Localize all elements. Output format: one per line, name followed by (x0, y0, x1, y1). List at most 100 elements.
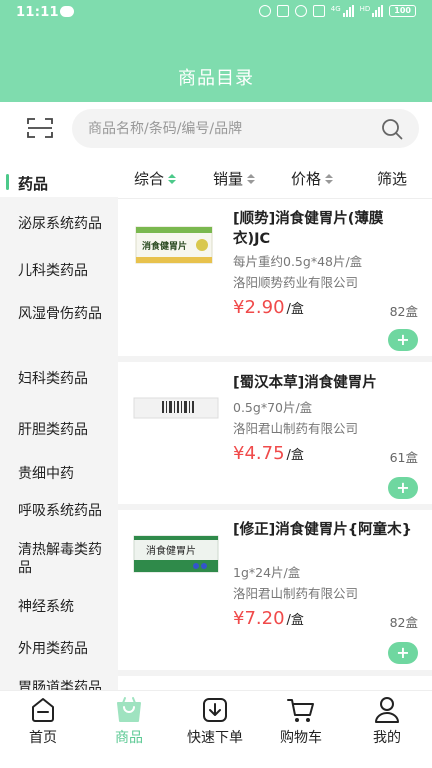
product-list: 消食健胃片 [顺势]消食健胃片(薄膜衣)JC 每片重约0.5g*48片/盒 洛阳… (118, 199, 432, 690)
add-to-cart-button[interactable]: + (388, 642, 418, 664)
tab-products[interactable]: 商品 (86, 691, 172, 751)
filter-label: 筛选 (377, 170, 408, 188)
scan-icon[interactable] (27, 117, 53, 139)
tab-label: 首页 (29, 730, 57, 746)
sort-arrows-icon (247, 173, 256, 184)
speed-icon (258, 5, 271, 17)
product-name[interactable]: [修正]消食健胃片{阿童木} (233, 520, 413, 540)
price-unit: /盒 (286, 448, 304, 463)
category-item-respiratory[interactable]: 呼吸系统药品 (0, 496, 118, 541)
sort-sales[interactable]: 销量 (213, 168, 256, 189)
sort-sales-label: 销量 (213, 170, 244, 188)
search-box[interactable] (72, 109, 419, 148)
tab-cart[interactable]: 购物车 (258, 691, 344, 751)
bag-icon (117, 697, 141, 722)
category-label: 外用类药品 (18, 641, 88, 657)
category-label: 胃肠道类药品 (18, 680, 102, 690)
category-label: 呼吸系统药品 (18, 503, 102, 519)
product-box-text: 消食健胃片 (146, 544, 196, 557)
search-icon[interactable] (381, 118, 403, 140)
sort-arrows-icon (168, 173, 177, 184)
tab-label: 商品 (115, 730, 143, 746)
product-card[interactable]: [蜀汉本草]消食健胃片 0.5g*70片/盒 洛阳君山制药有限公司 ¥4.75/… (118, 362, 432, 510)
search-input[interactable] (88, 109, 368, 148)
battery-icon: 100 (389, 5, 416, 17)
product-image[interactable]: 消食健胃片 (132, 530, 220, 578)
category-label: 神经系统 (18, 599, 74, 615)
sort-price[interactable]: 价格 (291, 168, 334, 189)
category-label: 清热解毒类药品 (18, 542, 102, 576)
category-item-gastro[interactable]: 胃肠道类药品 (0, 671, 118, 690)
tab-mine[interactable]: 我的 (344, 691, 430, 751)
category-sidebar: 药品 泌尿系统药品 儿科类药品 风湿骨伤药品 妇科类药品 肝胆类药品 贵细中药 … (0, 154, 118, 690)
product-image[interactable]: 消食健胃片 (132, 221, 220, 269)
bottom-tabbar: 首页 商品 快速下单 购物车 我的 (0, 690, 432, 768)
tab-label: 快速下单 (187, 730, 243, 746)
category-label: 泌尿系统药品 (18, 216, 102, 232)
status-time: 11:11 (16, 5, 59, 20)
cart-icon (287, 699, 314, 722)
header: 11:11 4G HD 100 商品目录 (0, 0, 432, 102)
product-box-text: 消食健胃片 (142, 240, 187, 252)
category-item-gynecology[interactable]: 妇科类药品 (0, 363, 118, 413)
product-spec: 0.5g*70片/盒 (233, 400, 313, 415)
product-stock: 82盒 (389, 615, 418, 630)
category-label: 肝胆类药品 (18, 422, 88, 438)
sort-bar: 综合 销量 价格 筛选 (118, 154, 432, 199)
product-spec: 每片重约0.5g*48片/盒 (233, 254, 363, 269)
product-stock: 82盒 (389, 304, 418, 319)
product-manufacturer: 洛阳君山制药有限公司 (233, 421, 359, 436)
price-value: ¥4.75 (233, 443, 285, 464)
category-label: 妇科类药品 (18, 371, 88, 387)
signal-icon: 4G (331, 5, 354, 17)
product-image[interactable] (132, 392, 220, 422)
category-item-rheumatism[interactable]: 风湿骨伤药品 (0, 295, 118, 363)
category-item-external[interactable]: 外用类药品 (0, 633, 118, 671)
sort-comprehensive-label: 综合 (134, 170, 165, 188)
filter-button[interactable]: 筛选 (377, 168, 407, 189)
category-label: 贵细中药 (18, 466, 74, 482)
add-to-cart-button[interactable]: + (388, 477, 418, 499)
category-item-pediatric[interactable]: 儿科类药品 (0, 248, 118, 295)
category-item-nervous[interactable]: 神经系统 (0, 593, 118, 633)
category-label: 儿科类药品 (18, 263, 88, 279)
product-manufacturer: 洛阳君山制药有限公司 (233, 586, 359, 601)
tab-label: 购物车 (280, 730, 322, 746)
nfc-icon (276, 5, 289, 17)
product-stock: 61盒 (389, 450, 418, 465)
product-manufacturer: 洛阳顺势药业有限公司 (233, 275, 359, 290)
product-card[interactable]: 消食健胃片 [顺势]消食健胃片(薄膜衣)JC 每片重约0.5g*48片/盒 洛阳… (118, 199, 432, 362)
sort-comprehensive[interactable]: 综合 (134, 168, 177, 189)
sort-arrows-icon (325, 173, 334, 184)
category-item-liver[interactable]: 肝胆类药品 (0, 413, 118, 459)
user-icon (375, 697, 399, 723)
tab-label: 我的 (373, 730, 401, 746)
sort-price-label: 价格 (291, 170, 322, 188)
category-item-precious[interactable]: 贵细中药 (0, 459, 118, 496)
product-price: ¥2.90/盒 (233, 297, 304, 318)
vibrate-icon (312, 5, 325, 17)
product-price: ¥4.75/盒 (233, 443, 304, 464)
tab-home[interactable]: 首页 (0, 691, 86, 751)
category-item-urinary[interactable]: 泌尿系统药品 (0, 197, 118, 248)
category-label: 风湿骨伤药品 (18, 306, 102, 322)
product-card[interactable]: 消食健胃片 [修正]消食健胃片{阿童木} 1g*24片/盒 洛阳君山制药有限公司… (118, 510, 432, 676)
message-icon (60, 6, 74, 17)
product-name[interactable]: [顺势]消食健胃片(薄膜衣)JC (233, 209, 413, 249)
category-label: 药品 (18, 175, 49, 193)
page-title: 商品目录 (178, 68, 254, 89)
add-to-cart-button[interactable]: + (388, 329, 418, 351)
product-name[interactable]: [蜀汉本草]消食健胃片 (233, 373, 413, 393)
price-value: ¥7.20 (233, 608, 285, 629)
category-item-drugs[interactable]: 药品 (0, 154, 118, 197)
search-row (0, 102, 432, 154)
tab-quick-order[interactable]: 快速下单 (172, 691, 258, 751)
home-icon (32, 698, 54, 722)
category-item-detox[interactable]: 清热解毒类药品 (0, 541, 118, 593)
product-spec: 1g*24片/盒 (233, 565, 301, 580)
status-icons: 4G HD 100 (258, 5, 416, 17)
price-unit: /盒 (286, 302, 304, 317)
status-bar: 11:11 4G HD 100 (0, 0, 432, 26)
download-icon (203, 698, 227, 722)
price-unit: /盒 (286, 613, 304, 628)
